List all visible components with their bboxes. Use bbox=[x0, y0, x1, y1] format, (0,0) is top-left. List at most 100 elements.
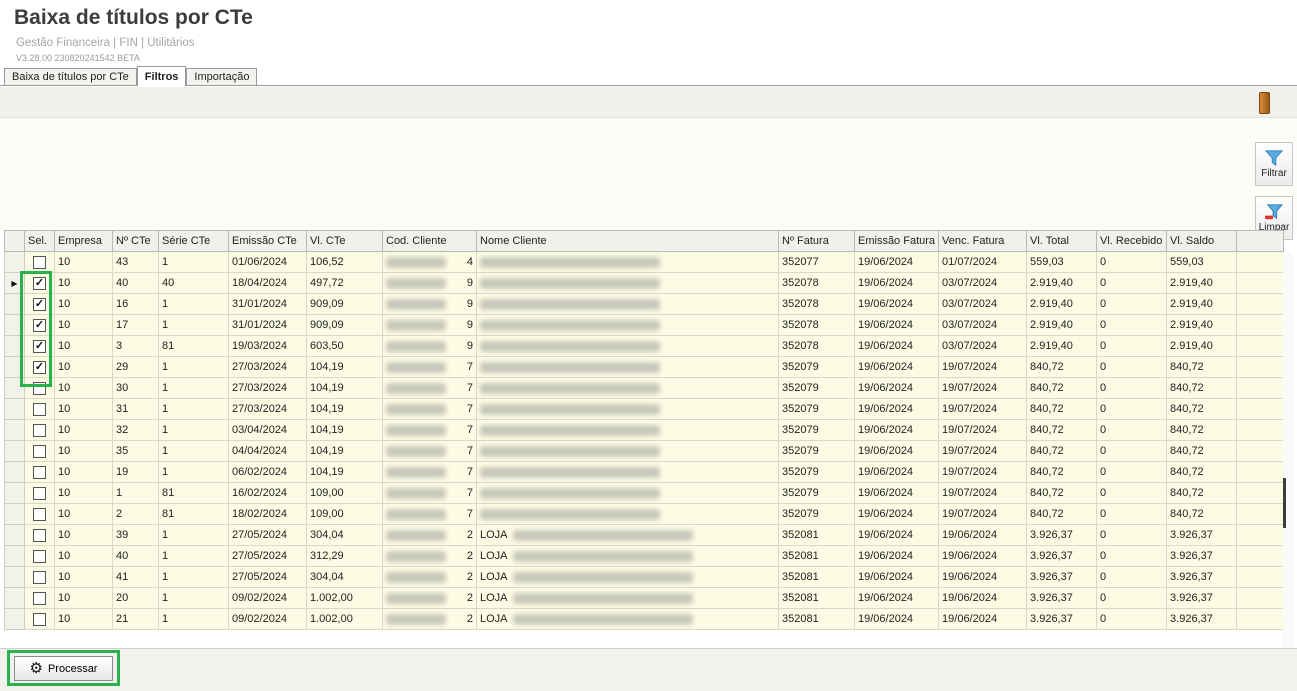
table-row[interactable]: 1021109/02/20241.002,002LOJA35208119/06/… bbox=[5, 609, 1284, 630]
processar-button[interactable]: ⚙ Processar bbox=[14, 656, 113, 681]
redacted-text bbox=[480, 257, 660, 268]
row-select-checkbox[interactable] bbox=[33, 466, 46, 479]
cell-ncte: 40 bbox=[113, 546, 159, 567]
cell-vl-cte: 104,19 bbox=[307, 420, 383, 441]
col-header-empresa[interactable]: Empresa bbox=[55, 231, 113, 252]
cell-venc-fatura: 19/06/2024 bbox=[939, 609, 1027, 630]
table-row[interactable]: 1031127/03/2024104,19735207919/06/202419… bbox=[5, 399, 1284, 420]
row-select-checkbox[interactable] bbox=[33, 403, 46, 416]
col-header-n-cte[interactable]: Nº CTe bbox=[113, 231, 159, 252]
clear-funnel-icon bbox=[1264, 203, 1284, 221]
cell-emissao-fatura: 19/06/2024 bbox=[855, 525, 939, 546]
row-select-checkbox-checked[interactable]: ✓ bbox=[33, 277, 46, 290]
table-row[interactable]: 1018116/02/2024109,00735207919/06/202419… bbox=[5, 483, 1284, 504]
cell-filler bbox=[1237, 546, 1284, 567]
row-select-checkbox[interactable] bbox=[33, 424, 46, 437]
table-row[interactable]: ✓1017131/01/2024909,09935207819/06/20240… bbox=[5, 315, 1284, 336]
cell-emissao-cte: 16/02/2024 bbox=[229, 483, 307, 504]
cell-vl-recebido: 0 bbox=[1097, 378, 1167, 399]
row-select-checkbox[interactable] bbox=[33, 592, 46, 605]
col-header-nome-cliente[interactable]: Nome Cliente bbox=[477, 231, 779, 252]
col-header-emiss-o-fatura[interactable]: Emissão Fatura bbox=[855, 231, 939, 252]
redacted-text bbox=[386, 404, 446, 415]
table-row[interactable]: 1041127/05/2024304,042LOJA35208119/06/20… bbox=[5, 567, 1284, 588]
row-select-checkbox[interactable] bbox=[33, 256, 46, 269]
table-row[interactable]: ✓1038119/03/2024603,50935207819/06/20240… bbox=[5, 336, 1284, 357]
col-header-n-fatura[interactable]: Nº Fatura bbox=[779, 231, 855, 252]
cell-vl-recebido: 0 bbox=[1097, 441, 1167, 462]
cell-vl-recebido: 0 bbox=[1097, 273, 1167, 294]
row-select-checkbox-checked[interactable]: ✓ bbox=[33, 361, 46, 374]
cell-venc-fatura: 19/07/2024 bbox=[939, 420, 1027, 441]
vertical-scrollbar[interactable] bbox=[1283, 252, 1293, 648]
row-select-checkbox[interactable] bbox=[33, 382, 46, 395]
col-header-s-rie-cte[interactable]: Série CTe bbox=[159, 231, 229, 252]
row-indicator-cell: ▶ bbox=[5, 273, 25, 294]
row-select-checkbox-checked[interactable]: ✓ bbox=[33, 340, 46, 353]
table-row[interactable]: 1035104/04/2024104,19735207919/06/202419… bbox=[5, 441, 1284, 462]
cell-vl-cte: 909,09 bbox=[307, 315, 383, 336]
cell-nome-cliente bbox=[477, 420, 779, 441]
cell-vl-saldo: 840,72 bbox=[1167, 357, 1237, 378]
cell-vl-total: 3.926,37 bbox=[1027, 588, 1097, 609]
cell-nfatura: 352081 bbox=[779, 525, 855, 546]
row-indicator-cell bbox=[5, 567, 25, 588]
table-row[interactable]: 1030127/03/2024104,19735207919/06/202419… bbox=[5, 378, 1284, 399]
cell-ncte: 17 bbox=[113, 315, 159, 336]
exit-door-icon[interactable] bbox=[1259, 92, 1270, 114]
cell-nome-cliente bbox=[477, 252, 779, 273]
cell-empresa: 10 bbox=[55, 378, 113, 399]
redacted-text bbox=[480, 383, 660, 394]
cell-nfatura: 352079 bbox=[779, 378, 855, 399]
table-row[interactable]: ✓1029127/03/2024104,19735207919/06/20241… bbox=[5, 357, 1284, 378]
col-header-sel[interactable]: Sel. bbox=[25, 231, 55, 252]
row-select-checkbox[interactable] bbox=[33, 571, 46, 584]
cell-ncte: 21 bbox=[113, 609, 159, 630]
cod-cliente-visible-digit: 7 bbox=[467, 487, 473, 499]
row-select-checkbox[interactable] bbox=[33, 508, 46, 521]
table-row[interactable]: 1040127/05/2024312,292LOJA35208119/06/20… bbox=[5, 546, 1284, 567]
table-row[interactable]: 1043101/06/2024106,52435207719/06/202401… bbox=[5, 252, 1284, 273]
scrollbar-thumb[interactable] bbox=[1283, 478, 1286, 528]
cell-vl-cte: 104,19 bbox=[307, 378, 383, 399]
row-select-checkbox-checked[interactable]: ✓ bbox=[33, 319, 46, 332]
col-header-vl-recebido[interactable]: Vl. Recebido bbox=[1097, 231, 1167, 252]
row-select-checkbox[interactable] bbox=[33, 550, 46, 563]
tab-filtros[interactable]: Filtros bbox=[137, 66, 187, 86]
col-header-emiss-o-cte[interactable]: Emissão CTe bbox=[229, 231, 307, 252]
col-header-vl-total[interactable]: Vl. Total bbox=[1027, 231, 1097, 252]
table-row[interactable]: 1028118/02/2024109,00735207919/06/202419… bbox=[5, 504, 1284, 525]
cell-vl-cte: 109,00 bbox=[307, 504, 383, 525]
redacted-text bbox=[513, 530, 693, 541]
table-row[interactable]: ✓1016131/01/2024909,09935207819/06/20240… bbox=[5, 294, 1284, 315]
cell-sel bbox=[25, 420, 55, 441]
cell-vl-recebido: 0 bbox=[1097, 609, 1167, 630]
cell-nfatura: 352079 bbox=[779, 441, 855, 462]
cell-filler bbox=[1237, 357, 1284, 378]
cell-vl-cte: 1.002,00 bbox=[307, 588, 383, 609]
table-row[interactable]: 1039127/05/2024304,042LOJA35208119/06/20… bbox=[5, 525, 1284, 546]
col-header-vl-saldo[interactable]: Vl. Saldo bbox=[1167, 231, 1237, 252]
table-row[interactable]: 1020109/02/20241.002,002LOJA35208119/06/… bbox=[5, 588, 1284, 609]
row-select-checkbox-checked[interactable]: ✓ bbox=[33, 298, 46, 311]
cell-emissao-fatura: 19/06/2024 bbox=[855, 315, 939, 336]
cell-cod-cliente: 7 bbox=[383, 420, 477, 441]
cell-nfatura: 352078 bbox=[779, 294, 855, 315]
table-row[interactable]: 1019106/02/2024104,19735207919/06/202419… bbox=[5, 462, 1284, 483]
col-header-vl-cte[interactable]: Vl. CTe bbox=[307, 231, 383, 252]
col-header-cod-cliente[interactable]: Cod. Cliente bbox=[383, 231, 477, 252]
row-select-checkbox[interactable] bbox=[33, 487, 46, 500]
cell-serie: 1 bbox=[159, 294, 229, 315]
tab-importa-o[interactable]: Importação bbox=[186, 68, 257, 85]
row-indicator-cell bbox=[5, 420, 25, 441]
col-header-venc-fatura[interactable]: Venc. Fatura bbox=[939, 231, 1027, 252]
row-select-checkbox[interactable] bbox=[33, 613, 46, 626]
table-row[interactable]: 1032103/04/2024104,19735207919/06/202419… bbox=[5, 420, 1284, 441]
row-select-checkbox[interactable] bbox=[33, 529, 46, 542]
cell-serie: 1 bbox=[159, 378, 229, 399]
row-select-checkbox[interactable] bbox=[33, 445, 46, 458]
tab-baixa-de-t-tulos-por-cte[interactable]: Baixa de títulos por CTe bbox=[4, 68, 137, 85]
cell-emissao-cte: 18/04/2024 bbox=[229, 273, 307, 294]
filtrar-button[interactable]: Filtrar bbox=[1255, 142, 1293, 186]
table-row[interactable]: ▶✓10404018/04/2024497,72935207819/06/202… bbox=[5, 273, 1284, 294]
